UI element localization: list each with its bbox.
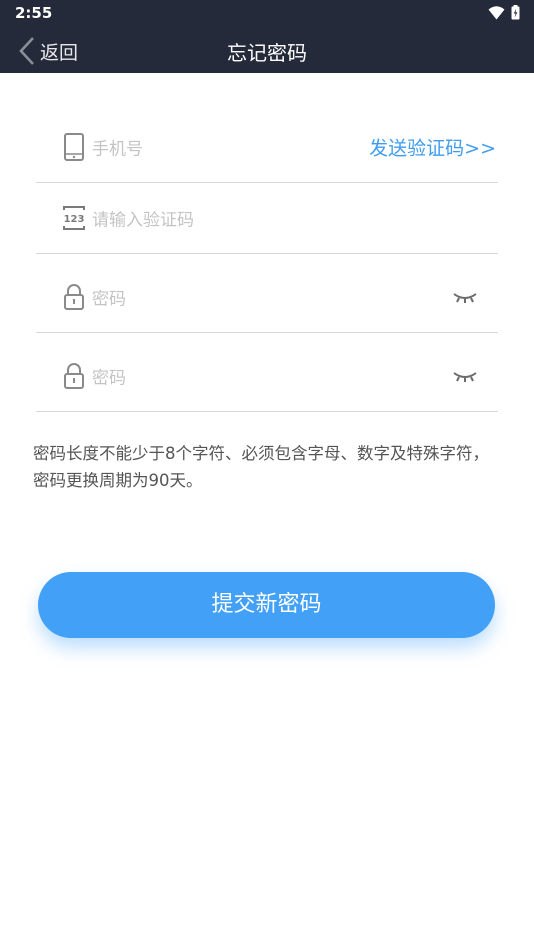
- phone-field[interactable]: 手机号 发送验证码>>: [36, 112, 498, 183]
- svg-text:123: 123: [64, 214, 85, 225]
- eye-closed-icon[interactable]: [452, 368, 478, 384]
- lock-icon: [62, 283, 86, 311]
- status-icons: [488, 5, 520, 20]
- phone-input[interactable]: 手机号: [92, 135, 143, 160]
- battery-icon: [511, 5, 520, 20]
- code-input[interactable]: 请输入验证码: [92, 206, 194, 231]
- submit-new-password-button[interactable]: 提交新密码: [38, 572, 495, 638]
- code-field[interactable]: 123 请输入验证码: [36, 183, 498, 254]
- nav-bar: 返回 忘记密码: [0, 26, 534, 73]
- phone-icon: [62, 133, 86, 161]
- send-code-button[interactable]: 发送验证码>>: [369, 134, 496, 161]
- status-time: 2:55: [15, 4, 53, 22]
- password-input[interactable]: 密码: [92, 285, 126, 310]
- lock-icon: [62, 362, 86, 390]
- code-icon: 123: [62, 204, 86, 232]
- eye-closed-icon[interactable]: [452, 289, 478, 305]
- page-title: 忘记密码: [227, 41, 307, 65]
- confirm-password-input[interactable]: 密码: [92, 364, 126, 389]
- password-field[interactable]: 密码: [36, 262, 498, 333]
- password-hint: 密码长度不能少于8个字符、必须包含字母、数字及特殊字符，密码更换周期为90天。: [33, 444, 489, 490]
- status-bar: 2:55: [0, 0, 534, 26]
- wifi-icon: [488, 5, 505, 19]
- confirm-password-field[interactable]: 密码: [36, 341, 498, 412]
